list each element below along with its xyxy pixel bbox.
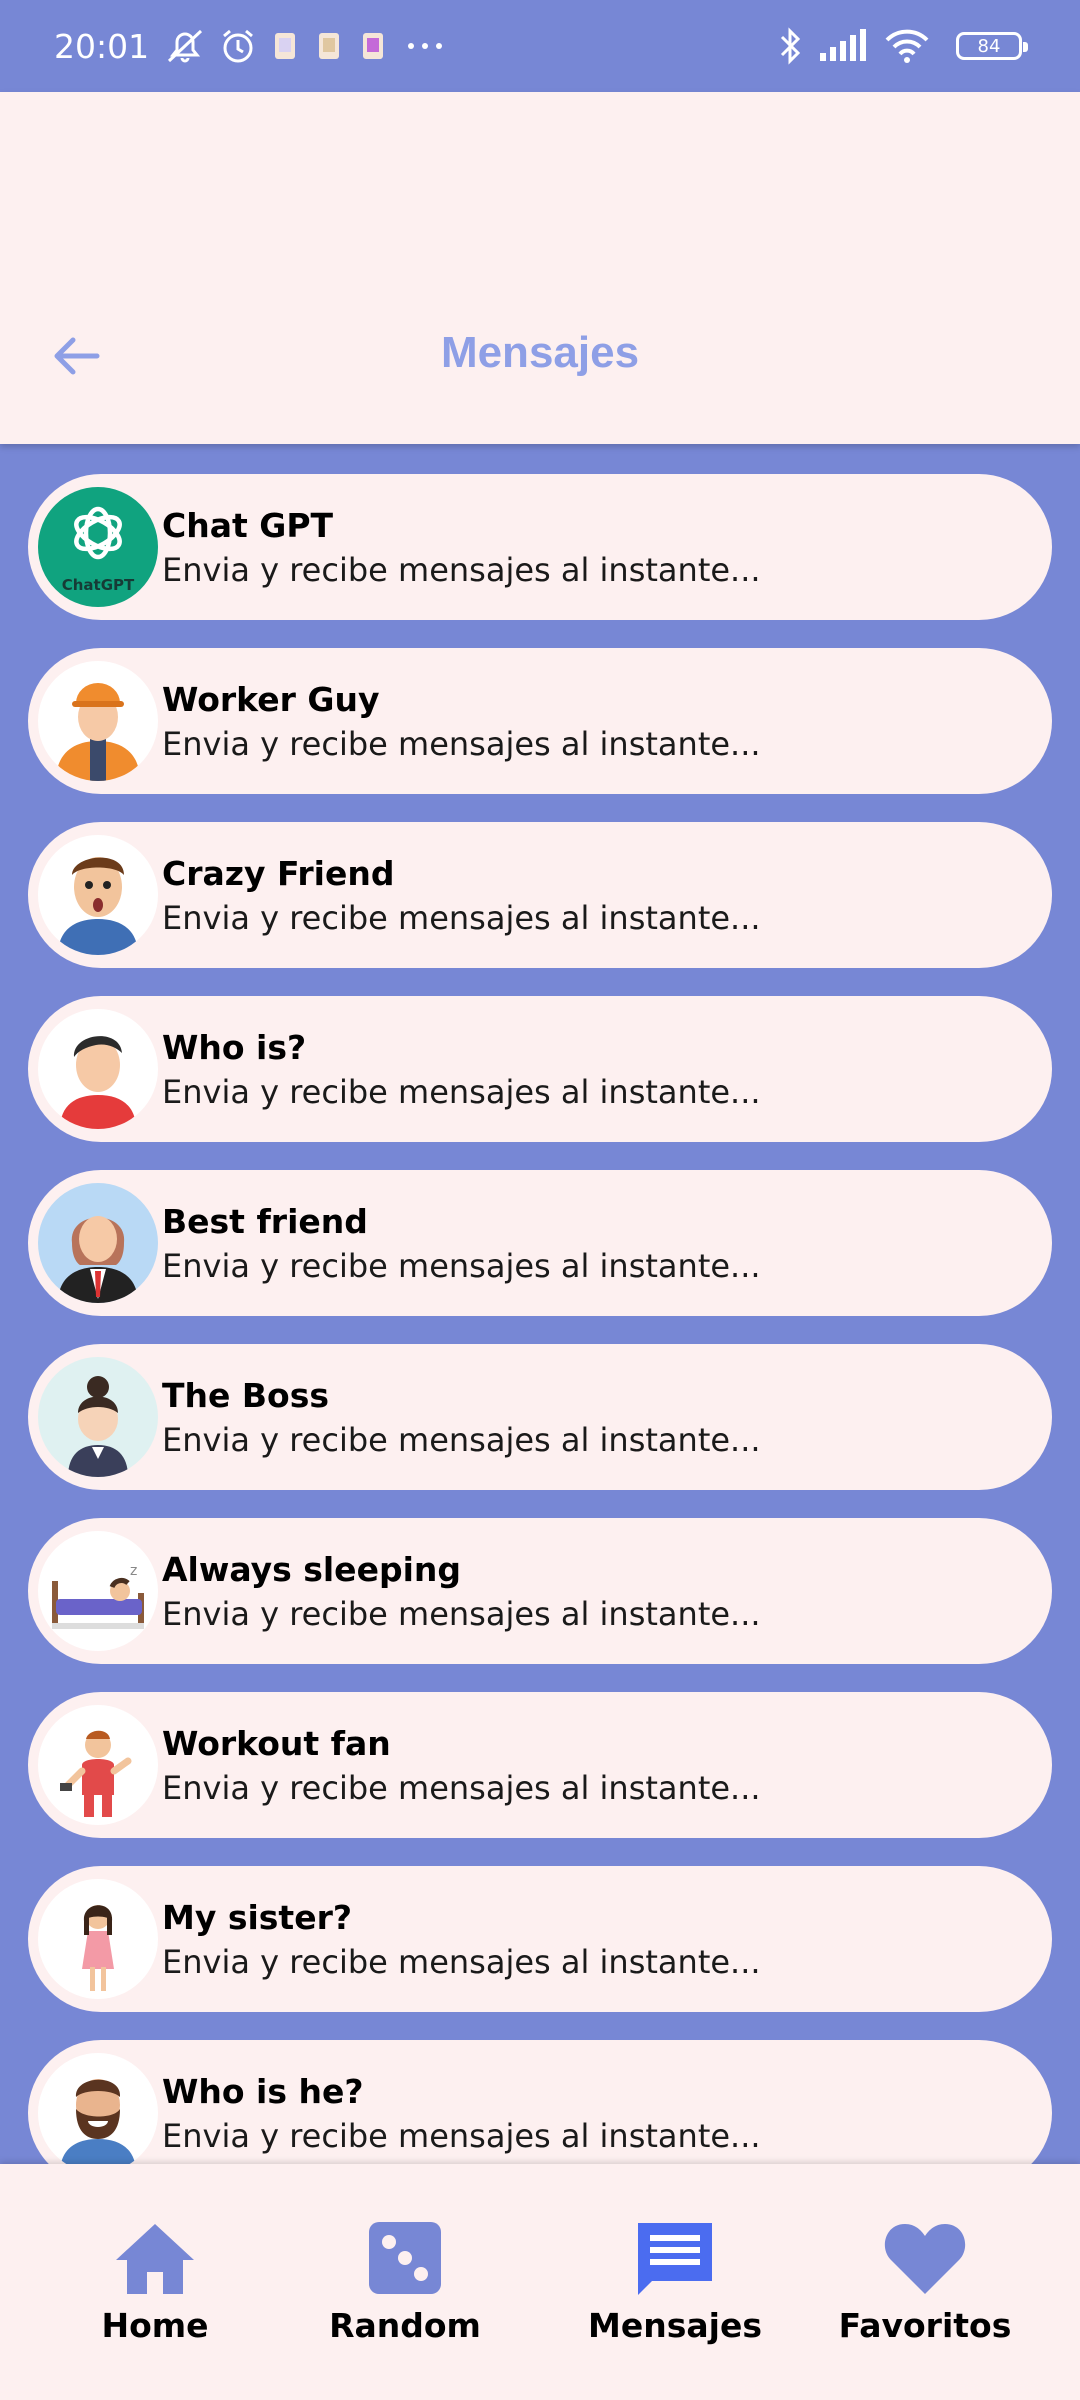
chat-name: Crazy Friend (162, 853, 395, 893)
page-title: Mensajes (440, 328, 640, 377)
app-icon (271, 30, 301, 62)
bearded-man-avatar-icon (38, 2053, 158, 2164)
boss-avatar-icon (38, 1357, 158, 1477)
chat-preview: Envia y recibe mensajes al instante... (162, 1072, 761, 1111)
nav-random[interactable]: Random (295, 2216, 515, 2345)
chat-preview: Envia y recibe mensajes al instante... (162, 724, 761, 763)
more-dots-icon (403, 40, 447, 52)
mute-icon (165, 27, 205, 65)
chat-name: Always sleeping (162, 1549, 461, 1589)
bottom-nav: Home Random Mensajes Favoritos (0, 2164, 1080, 2400)
chat-name: Chat GPT (162, 505, 334, 545)
chatgpt-logo-icon: ChatGPT (38, 487, 158, 607)
app-icon (315, 30, 345, 62)
chat-name: Worker Guy (162, 679, 380, 719)
svg-text:z: z (130, 1563, 137, 1579)
status-time: 20:01 (54, 26, 150, 66)
app-icon (359, 30, 389, 62)
chat-preview: Envia y recibe mensajes al instante... (162, 550, 761, 589)
chat-item-the-boss[interactable]: The Boss Envia y recibe mensajes al inst… (28, 1344, 1052, 1490)
nav-home[interactable]: Home (45, 2216, 265, 2345)
nav-random-label: Random (329, 2306, 481, 2345)
chat-item-crazy-friend[interactable]: Crazy Friend Envia y recibe mensajes al … (28, 822, 1052, 968)
chat-name: My sister? (162, 1897, 353, 1937)
chat-preview: Envia y recibe mensajes al instante... (162, 1246, 761, 1285)
chat-item-who-is[interactable]: Who is? Envia y recibe mensajes al insta… (28, 996, 1052, 1142)
message-icon (634, 2216, 716, 2300)
nav-messages-label: Mensajes (588, 2306, 762, 2345)
home-icon (112, 2216, 198, 2300)
battery-level: 84 (977, 35, 1001, 57)
chat-name: Who is he? (162, 2071, 364, 2111)
signal-icon (818, 29, 868, 63)
chat-preview: Envia y recibe mensajes al instante... (162, 1768, 761, 1807)
chat-preview: Envia y recibe mensajes al instante... (162, 1420, 761, 1459)
wifi-icon (884, 28, 930, 64)
chat-name: Who is? (162, 1027, 307, 1067)
chat-item-always-sleeping[interactable]: z Always sleeping Envia y recibe mensaje… (28, 1518, 1052, 1664)
battery-icon: 84 (956, 32, 1028, 60)
worker-avatar-icon (38, 661, 158, 781)
alarm-icon (219, 27, 257, 65)
app-header: Mensajes (0, 92, 1080, 444)
chat-preview: Envia y recibe mensajes al instante... (162, 898, 761, 937)
girl-avatar-icon (38, 1879, 158, 1999)
chat-preview: Envia y recibe mensajes al instante... (162, 1942, 761, 1981)
chatgpt-logo-label: ChatGPT (62, 576, 135, 594)
bluetooth-icon (778, 27, 802, 65)
chat-item-chat-gpt[interactable]: ChatGPT Chat GPT Envia y recibe mensajes… (28, 474, 1052, 620)
chat-name: Best friend (162, 1201, 368, 1241)
workout-avatar-icon (38, 1705, 158, 1825)
woman-avatar-icon (38, 1183, 158, 1303)
nav-messages[interactable]: Mensajes (565, 2216, 785, 2345)
chat-item-who-is-he[interactable]: Who is he? Envia y recibe mensajes al in… (28, 2040, 1052, 2164)
chat-preview: Envia y recibe mensajes al instante... (162, 2116, 761, 2155)
dice-icon (367, 2216, 443, 2300)
sleeping-avatar-icon: z (38, 1531, 158, 1651)
man-avatar-icon (38, 1009, 158, 1129)
nav-favorites-label: Favoritos (838, 2306, 1012, 2345)
chat-item-best-friend[interactable]: Best friend Envia y recibe mensajes al i… (28, 1170, 1052, 1316)
chat-item-my-sister[interactable]: My sister? Envia y recibe mensajes al in… (28, 1866, 1052, 2012)
chat-item-worker-guy[interactable]: Worker Guy Envia y recibe mensajes al in… (28, 648, 1052, 794)
chat-name: Workout fan (162, 1723, 391, 1763)
status-bar: 20:01 84 (0, 0, 1080, 92)
chat-item-workout-fan[interactable]: Workout fan Envia y recibe mensajes al i… (28, 1692, 1052, 1838)
chat-name: The Boss (162, 1375, 329, 1415)
nav-favorites[interactable]: Favoritos (815, 2216, 1035, 2345)
nav-home-label: Home (101, 2306, 209, 2345)
chat-list[interactable]: ChatGPT Chat GPT Envia y recibe mensajes… (0, 444, 1080, 2164)
heart-icon (883, 2216, 967, 2300)
surprised-man-avatar-icon (38, 835, 158, 955)
chat-preview: Envia y recibe mensajes al instante... (162, 1594, 761, 1633)
